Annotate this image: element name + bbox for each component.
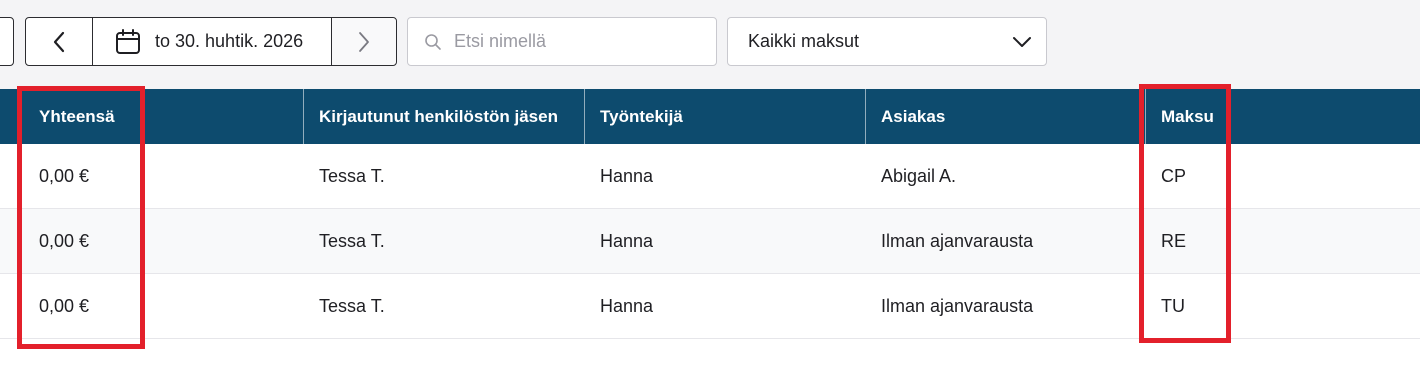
column-header-payment[interactable]: Maksu xyxy=(1146,89,1420,144)
date-navigator: to 30. huhtik. 2026 xyxy=(25,17,397,66)
chevron-right-icon xyxy=(359,31,369,52)
cell-logged-in-staff: Tessa T. xyxy=(319,230,385,251)
table-row[interactable]: 0,00 € Tessa T. Hanna Abigail A. CP xyxy=(0,144,1420,209)
transactions-table: Yhteensä Kirjautunut henkilöstön jäsen T… xyxy=(0,89,1420,339)
toolbar: to 30. huhtik. 2026 Kaikki maksut xyxy=(0,0,1420,89)
previous-date-button[interactable] xyxy=(26,18,93,65)
date-label: to 30. huhtik. 2026 xyxy=(155,31,304,51)
search-icon xyxy=(425,33,441,50)
chevron-down-icon xyxy=(1013,36,1031,47)
cell-employee: Hanna xyxy=(600,165,654,186)
cell-logged-in-staff: Tessa T. xyxy=(319,165,385,186)
payment-filter-select[interactable]: Kaikki maksut xyxy=(727,17,1047,66)
table-header: Yhteensä Kirjautunut henkilöstön jäsen T… xyxy=(0,89,1420,144)
search-field[interactable] xyxy=(407,17,717,66)
cell-customer: Ilman ajanvarausta xyxy=(881,295,1034,316)
cell-customer: Abigail A. xyxy=(881,165,957,186)
table-row[interactable]: 0,00 € Tessa T. Hanna Ilman ajanvarausta… xyxy=(0,209,1420,274)
cell-total: 0,00 € xyxy=(39,295,90,316)
cell-employee: Hanna xyxy=(600,230,654,251)
payment-filter-value: Kaikki maksut xyxy=(748,31,860,51)
toolbar-left-button[interactable] xyxy=(0,17,14,66)
column-header-total[interactable]: Yhteensä xyxy=(0,89,304,144)
column-header-customer[interactable]: Asiakas xyxy=(866,89,1146,144)
cell-total: 0,00 € xyxy=(39,165,90,186)
search-input[interactable] xyxy=(454,31,694,52)
column-header-logged-in-staff[interactable]: Kirjautunut henkilöstön jäsen xyxy=(304,89,585,144)
date-picker-button[interactable]: to 30. huhtik. 2026 xyxy=(93,18,332,65)
cell-payment: CP xyxy=(1161,165,1187,186)
cell-employee: Hanna xyxy=(600,295,654,316)
next-date-button[interactable] xyxy=(332,18,396,65)
cell-payment: TU xyxy=(1161,295,1185,316)
calendar-icon xyxy=(116,28,140,54)
cell-total: 0,00 € xyxy=(39,230,90,251)
table-row[interactable]: 0,00 € Tessa T. Hanna Ilman ajanvarausta… xyxy=(0,274,1420,339)
chevron-left-icon xyxy=(53,31,65,52)
cell-payment: RE xyxy=(1161,230,1187,251)
column-header-employee[interactable]: Työntekijä xyxy=(585,89,866,144)
cell-logged-in-staff: Tessa T. xyxy=(319,295,385,316)
cell-customer: Ilman ajanvarausta xyxy=(881,230,1034,251)
